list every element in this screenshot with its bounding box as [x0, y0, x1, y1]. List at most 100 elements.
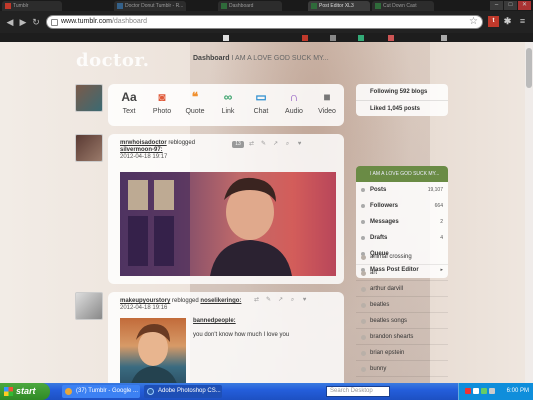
post-type-label: Quote [185, 108, 205, 115]
bookmark-icon[interactable] [223, 35, 229, 41]
liked-text: Liked 1,045 posts [370, 106, 421, 112]
tray-icon[interactable] [481, 388, 487, 394]
post-author-link[interactable]: mrwhoisadoctor [120, 140, 167, 146]
blog-header[interactable]: I AM A LOVE GOD SUCK MY... [356, 166, 448, 182]
tumblr-extension-icon[interactable]: t [488, 16, 499, 27]
post-author-link[interactable]: makeupyourstory [120, 298, 170, 304]
tracked-tag[interactable]: art [356, 266, 448, 281]
chat-icon: ▭ [255, 90, 267, 104]
stat-label: Posts [370, 187, 387, 193]
reload-icon[interactable]: ↻ [30, 16, 42, 28]
tab-cut-down-cast[interactable]: Cut Down Cast [372, 1, 434, 11]
extension-puzzle-icon[interactable]: ✱ [502, 16, 513, 27]
post-type-quote[interactable]: ❝ Quote [180, 90, 210, 122]
wrench-menu-icon[interactable]: ≡ [517, 16, 528, 27]
search-icon[interactable]: ⌕ [288, 297, 297, 304]
bookmarks-bar [0, 33, 533, 42]
sidebar-item-messages[interactable]: Messages 2 [356, 214, 448, 230]
avatar[interactable] [75, 292, 103, 320]
post-controls: ⇄ ✎ ↗ ⌕ ♥ [252, 297, 309, 304]
like-heart-icon[interactable]: ♥ [295, 141, 304, 148]
blog-title: I AM A LOVE GOD SUCK MY... [370, 171, 440, 177]
sidebar-item-followers[interactable]: Followers 664 [356, 198, 448, 214]
post-type-photo[interactable]: ◙ Photo [147, 90, 177, 122]
post-type-video[interactable]: ■ Video [312, 90, 342, 122]
post-photo[interactable] [120, 318, 186, 383]
reblog-icon[interactable]: ⇄ [252, 297, 261, 304]
caption-user-link[interactable]: bannedpeople: [193, 318, 236, 324]
photo-illustration [131, 324, 177, 383]
stat-label: Messages [370, 219, 399, 225]
following-link[interactable]: Following 592 blogs [356, 84, 448, 100]
start-button[interactable]: start [0, 383, 50, 400]
tracked-tag[interactable]: bunny [356, 362, 448, 377]
tracked-tag[interactable]: beatles songs [356, 314, 448, 329]
tab-label: Dashboard [229, 3, 254, 9]
bookmark-icon[interactable] [358, 35, 364, 41]
volume-icon[interactable] [489, 388, 495, 394]
task-label: (37) Tumblr - Google ... [76, 388, 139, 394]
desktop-search-input[interactable]: Search Desktop [326, 386, 390, 397]
post-type-chat[interactable]: ▭ Chat [246, 90, 276, 122]
tag-icon [361, 367, 366, 372]
tracked-tag[interactable]: brandon shearts [356, 330, 448, 345]
taskbar-item-photoshop[interactable]: Adobe Photoshop CS... [144, 385, 222, 398]
post-photo[interactable] [120, 172, 336, 276]
address-bar[interactable]: www.tumblr.com/dashboard ☆ [46, 15, 483, 29]
sidebar-item-drafts[interactable]: Drafts 4 [356, 230, 448, 246]
minimize-button[interactable]: – [490, 1, 503, 10]
bookmark-icon[interactable] [302, 35, 308, 41]
reply-icon[interactable]: ✎ [264, 297, 273, 304]
forward-arrow-icon[interactable]: ▶ [17, 16, 29, 28]
post-type-audio[interactable]: ∩ Audio [279, 90, 309, 122]
bookmark-icon[interactable] [441, 35, 447, 41]
page-scrollbar[interactable] [525, 42, 533, 383]
post-type-text[interactable]: Aa Text [114, 90, 144, 122]
photo-illustration [120, 172, 292, 276]
avatar[interactable] [75, 134, 103, 162]
clock[interactable]: 6:00 PM [507, 383, 529, 400]
tracked-tag[interactable]: beatles [356, 298, 448, 313]
page-favicon-icon [117, 3, 123, 9]
notes-count-badge[interactable]: 13 [232, 141, 244, 148]
tracked-tag[interactable]: arthur darvill [356, 282, 448, 297]
tracked-tag[interactable]: brian epstein [356, 346, 448, 361]
post-source-link[interactable]: silvermoon-97: [120, 147, 163, 153]
tray-icon[interactable] [465, 388, 471, 394]
avatar[interactable] [75, 84, 103, 112]
stat-count: 2 [440, 219, 443, 225]
tab-tumblr[interactable]: Tumblr [2, 1, 62, 11]
bookmark-star-icon[interactable]: ☆ [469, 16, 478, 27]
blog-logo[interactable]: doctor. [76, 50, 149, 71]
page-favicon-icon [375, 3, 381, 9]
tray-icon[interactable] [473, 388, 479, 394]
dashboard-link[interactable]: Dashboard [193, 55, 230, 62]
tag-label: art [370, 270, 378, 276]
chrome-icon [65, 388, 72, 395]
bookmark-icon[interactable] [330, 35, 336, 41]
bookmark-icon[interactable] [388, 35, 394, 41]
taskbar-item-chrome[interactable]: (37) Tumblr - Google ... [62, 385, 140, 398]
reply-icon[interactable]: ✎ [259, 141, 268, 148]
text-icon: Aa [121, 90, 137, 104]
post-source-link[interactable]: noselikeringo: [200, 298, 241, 304]
like-heart-icon[interactable]: ♥ [300, 297, 309, 304]
tab-label: Post Editor XL3 [319, 3, 354, 9]
liked-link[interactable]: Liked 1,045 posts [356, 100, 448, 116]
share-icon[interactable]: ↗ [276, 297, 285, 304]
post-type-link[interactable]: ∞ Link [213, 90, 243, 122]
search-icon[interactable]: ⌕ [283, 141, 292, 148]
share-icon[interactable]: ↗ [271, 141, 280, 148]
maximize-button[interactable]: □ [504, 1, 517, 10]
reblog-icon[interactable]: ⇄ [247, 141, 256, 148]
tab-doctor-donut[interactable]: Doctor Donut Tumblr - R... [114, 1, 186, 11]
scrollbar-thumb[interactable] [526, 48, 532, 88]
sidebar-item-posts[interactable]: Posts 19,107 [356, 182, 448, 198]
tracked-tag[interactable]: animal crossing [356, 250, 448, 265]
close-window-button[interactable]: ✕ [518, 1, 531, 10]
quote-icon: ❝ [191, 90, 199, 104]
back-arrow-icon[interactable]: ◀ [4, 16, 16, 28]
tab-dashboard[interactable]: Dashboard [218, 1, 282, 11]
tab-post-editor[interactable]: Post Editor XL3 [308, 1, 370, 11]
url-host: www.tumblr.com [61, 18, 112, 25]
